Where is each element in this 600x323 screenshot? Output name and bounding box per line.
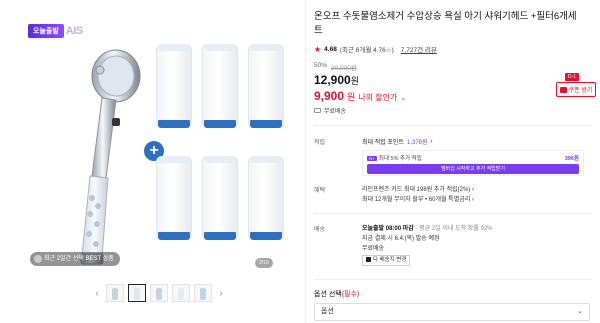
divider xyxy=(314,279,592,280)
rating-row: ★ 4.68 (최근 6개월 4.76☆) 7,727건 리뷰 xyxy=(314,44,437,55)
coupon-icon xyxy=(559,86,567,93)
option-required: (필수) xyxy=(341,291,360,298)
best-product-badge: 최근 2일간 선택 BEST 상품 xyxy=(30,252,120,266)
filter-cartridge xyxy=(156,156,192,240)
filter-cartridge xyxy=(156,44,192,128)
discount-rate: 50% xyxy=(314,62,328,69)
membership-text: 최대 5% 추가 적립 xyxy=(378,156,422,162)
brand-logo-text: AIS xyxy=(65,25,83,37)
divider xyxy=(314,213,592,214)
sale-price: 12,900원 xyxy=(314,73,359,87)
thumbnail-strip: ‹ › xyxy=(92,283,226,303)
option-select-value: 옵션 xyxy=(321,308,334,315)
sale-price-value: 12,900 xyxy=(314,73,351,87)
max-points-label: 최대 적립 포인트 xyxy=(362,140,404,146)
delivery-probability: · 평균 2일 이내 도착 확률 92% xyxy=(413,226,493,232)
coupon-button-label: 쿠폰 받기 xyxy=(568,88,593,94)
membership-box: N+ 최대 5% 추가 적립 396원 멤버십 시작하고 추가 적립받기 xyxy=(362,150,584,176)
chevron-right-icon[interactable]: › xyxy=(216,288,226,299)
discount-row: 50% 20,000원 xyxy=(314,62,357,72)
chevron-right-icon: › xyxy=(430,138,433,145)
thumbnail[interactable] xyxy=(106,284,124,302)
my-price-label: 나의 할인가 xyxy=(358,93,398,102)
thumbnail[interactable] xyxy=(150,284,168,302)
delivery-cutoff: 오늘출발 08:00 마감 xyxy=(362,226,414,232)
option-label-text: 옵션 선택 xyxy=(314,291,342,298)
my-discount-price[interactable]: 9,900 원 나의 할인가 ⌄ xyxy=(314,89,406,103)
card-row-label: 혜택 xyxy=(314,188,326,194)
today-ship-badge: 오늘출발 xyxy=(28,24,64,38)
max-points[interactable]: 최대 적립 포인트 1,378원 › xyxy=(362,137,433,147)
image-page-counter: 2/10 xyxy=(255,258,273,268)
shower-head-image xyxy=(80,49,141,265)
membership-button[interactable]: 멤버십 시작하고 추가 적립받기 xyxy=(367,164,579,174)
max-points-value: 1,378원 xyxy=(406,140,428,146)
shipping-info: 무료배송 xyxy=(314,106,346,115)
sale-price-unit: 원 xyxy=(350,76,359,86)
membership-amount: 396원 xyxy=(564,156,579,162)
thumbnail-active[interactable] xyxy=(128,284,146,302)
brand-logo: 오늘출발 AIS xyxy=(28,22,83,40)
truck-icon xyxy=(314,108,321,113)
filter-set-image xyxy=(156,44,286,244)
product-title: 온오프 수돗물염소제거 수압상승 욕실 아기 샤워기헤드 +필터6개세트 xyxy=(314,11,577,36)
delivery-schedule: 지금 결제 시 6.4.(목) 발송 예정 xyxy=(362,236,440,242)
chevron-down-icon: ⌄ xyxy=(577,308,583,315)
change-address-label: 다 배송지 변경 xyxy=(373,257,407,263)
my-price-value: 9,900 xyxy=(314,89,345,103)
change-address-button[interactable]: 다 배송지 변경 xyxy=(362,255,411,266)
rating-score: 4.68 xyxy=(324,45,337,53)
membership-line: N+ 최대 5% 추가 적립 396원 xyxy=(367,154,579,162)
filter-cartridge xyxy=(202,44,238,128)
card-benefit-line[interactable]: 라인프렌즈 카드 최대 198원 추가 적립(2%) › xyxy=(362,185,474,195)
chevron-left-icon[interactable]: ‹ xyxy=(92,288,102,299)
main-product-image[interactable]: 오늘출발 AIS + xyxy=(20,10,284,272)
chevron-down-icon[interactable]: ⌄ xyxy=(400,94,406,102)
product-gallery: 오늘출발 AIS + 최근 2일간 선택 BEST 상품 2/10 ‹ › xyxy=(0,0,306,323)
thumbnail[interactable] xyxy=(172,284,190,302)
coupon-button[interactable]: 쿠폰 받기 xyxy=(556,82,596,97)
my-price-unit: 원 xyxy=(347,92,356,102)
dday-badge: D-1 xyxy=(565,73,580,81)
filter-cartridge xyxy=(248,156,284,240)
option-label: 옵션 선택(필수) xyxy=(314,289,359,299)
delivery-row-label: 배송 xyxy=(314,227,326,233)
filter-cartridge xyxy=(202,156,238,240)
installment-line[interactable]: 최대 12개월 무이자 할부 • 60개월 특별금리 › xyxy=(362,195,474,205)
product-info: 온오프 수돗물염소제거 수압상승 욕실 아기 샤워기헤드 +필터6개세트 ★ 4… xyxy=(312,0,598,323)
option-select[interactable]: 옵션 ⌄ xyxy=(314,303,590,321)
filter-cartridge xyxy=(248,44,284,128)
membership-tag: N+ xyxy=(367,156,377,161)
original-price: 20,000원 xyxy=(331,65,357,72)
rating-detail: (최근 6개월 4.76☆) xyxy=(339,47,394,54)
shipping-text: 무료배송 xyxy=(324,109,347,115)
card-benefit: 라인프렌즈 카드 최대 198원 추가 적립(2%) › 최대 12개월 무이자… xyxy=(362,185,474,205)
points-row-label: 적립 xyxy=(314,140,326,146)
location-icon xyxy=(366,257,371,263)
delivery-fee: 무료배송 xyxy=(362,246,385,252)
thumbnail[interactable] xyxy=(194,284,212,302)
star-icon: ★ xyxy=(314,44,322,54)
delivery-info: 오늘출발 08:00 마감 · 평균 2일 이내 도착 확률 92% 지금 결제… xyxy=(362,224,493,266)
review-link[interactable]: 7,727건 리뷰 xyxy=(401,44,437,54)
divider xyxy=(314,125,592,126)
